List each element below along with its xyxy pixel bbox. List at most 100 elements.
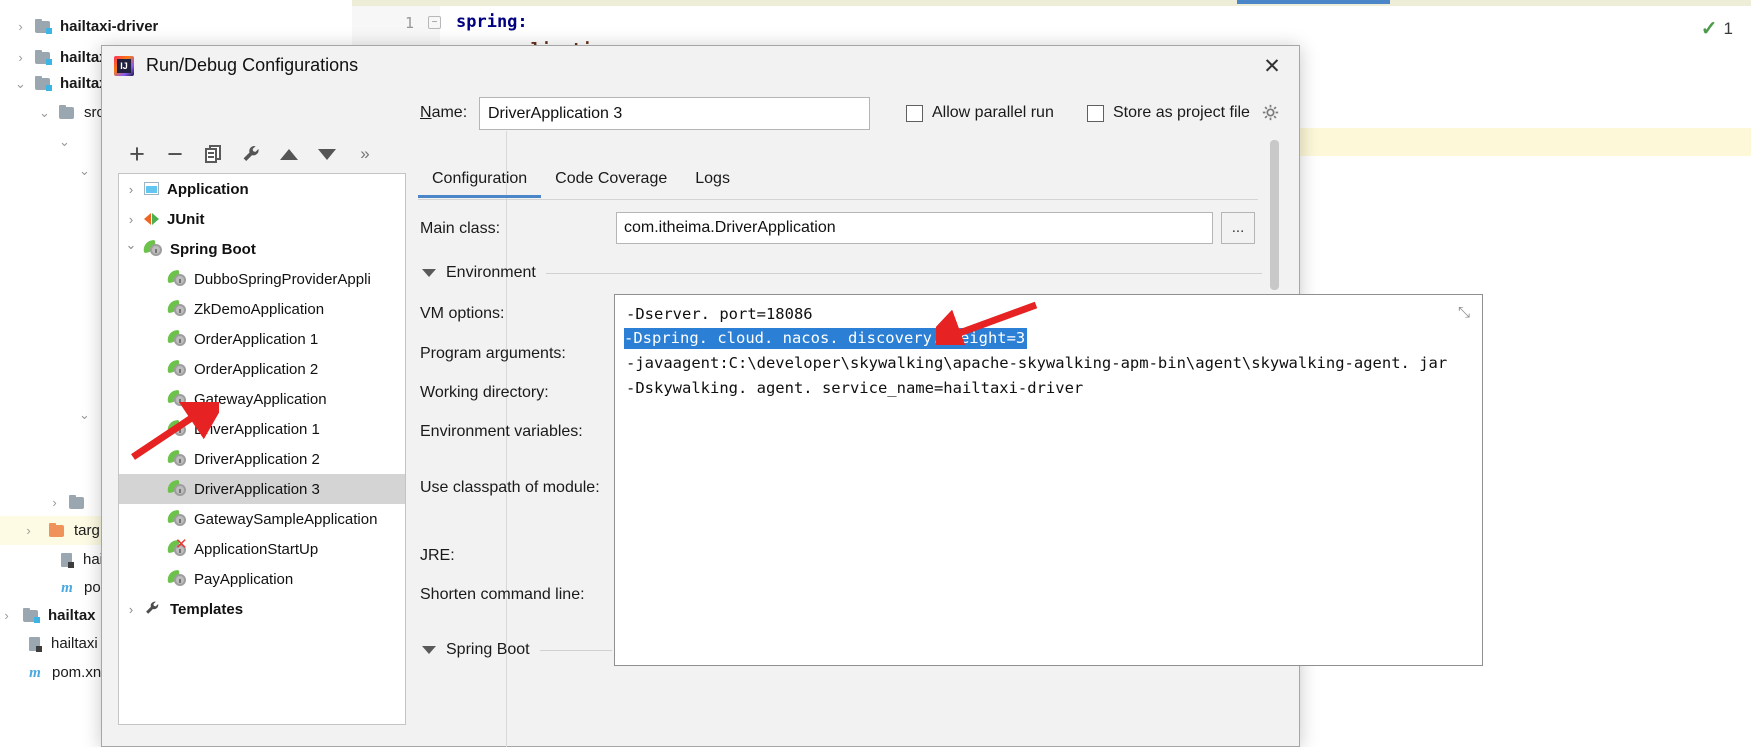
project-tree-label: pom.xn <box>52 664 102 681</box>
maven-icon: m <box>61 579 73 596</box>
triangle-down-icon <box>318 148 336 160</box>
folder-module-icon <box>23 608 40 623</box>
chevron-right-icon[interactable]: › <box>48 496 61 509</box>
spring-boot-icon <box>165 419 189 438</box>
tree-item-dubbospringproviderapplication[interactable]: DubboSpringProviderAppli <box>119 264 405 294</box>
copy-icon <box>204 145 222 163</box>
spring-boot-icon <box>165 509 189 528</box>
section-divider <box>539 649 612 651</box>
close-icon[interactable]: ✕ <box>1257 52 1287 80</box>
allow-parallel-run-checkbox[interactable]: Allow parallel run <box>906 104 1054 122</box>
chevron-right-icon[interactable]: › <box>14 51 27 64</box>
tree-item-label: PayApplication <box>194 570 294 588</box>
chevron-right-icon[interactable]: › <box>14 20 27 33</box>
tree-item-spring-boot-group[interactable]: Spring Boot <box>119 234 405 264</box>
chevron-right-icon[interactable]: › <box>119 212 143 227</box>
vm-options-editor-popup[interactable]: ⤡ -Dserver. port=18086 -Dspring. cloud. … <box>614 294 1483 666</box>
tree-item-templates[interactable]: › Templates <box>119 594 405 624</box>
section-divider <box>545 272 1262 274</box>
tree-item-label: GatewayApplication <box>194 390 327 408</box>
code-fold-icon[interactable]: − <box>428 16 441 29</box>
remove-configuration-button[interactable]: − <box>156 138 194 170</box>
error-x-icon: ✕ <box>175 535 188 553</box>
editor-code-line-1: spring: <box>456 12 528 32</box>
move-up-button[interactable] <box>270 138 308 170</box>
spring-boot-icon <box>165 449 189 468</box>
chevron-right-icon[interactable]: › <box>22 524 35 537</box>
checkbox-box[interactable] <box>1087 104 1104 122</box>
tree-item-junit[interactable]: › JUnit <box>119 204 405 234</box>
chevron-down-icon[interactable]: ⌄ <box>14 77 27 90</box>
tree-item-gatewaysampleapplication[interactable]: GatewaySampleApplication <box>119 504 405 534</box>
spring-boot-section-header[interactable]: Spring Boot <box>422 641 612 659</box>
tree-item-application[interactable]: › Application <box>119 174 405 204</box>
tree-item-gatewayapplication[interactable]: GatewayApplication <box>119 384 405 414</box>
store-as-project-file-checkbox[interactable]: Store as project file <box>1087 104 1250 122</box>
tree-item-driverapplication-2[interactable]: DriverApplication 2 <box>119 444 405 474</box>
chevron-down-icon[interactable] <box>119 241 143 257</box>
chevron-down-icon[interactable]: ⌄ <box>78 408 91 421</box>
gear-icon[interactable] <box>1262 104 1279 121</box>
configuration-tree[interactable]: › Application › JUnit Spring Boot DubboS… <box>118 173 406 725</box>
store-as-project-file-label: Store as project file <box>1113 104 1250 121</box>
environment-section-header[interactable]: Environment <box>422 264 1262 282</box>
tree-item-label: ZkDemoApplication <box>194 300 325 318</box>
tab-logs[interactable]: Logs <box>681 170 744 198</box>
chevron-down-icon[interactable]: ⌄ <box>38 106 51 119</box>
tab-code-coverage[interactable]: Code Coverage <box>541 170 681 198</box>
dialog-scrollbar[interactable] <box>1270 140 1279 290</box>
tree-item-driverapplication-3[interactable]: DriverApplication 3 <box>119 474 405 504</box>
vm-option-line[interactable]: -Dserver. port=18086 <box>626 305 813 323</box>
collapse-icon[interactable]: ⤡ <box>1456 305 1472 321</box>
tree-item-payapplication[interactable]: PayApplication <box>119 564 405 594</box>
folder-plain-icon <box>69 495 86 510</box>
spring-boot-icon <box>165 479 189 498</box>
copy-configuration-button[interactable] <box>194 138 232 170</box>
add-configuration-button[interactable]: + <box>118 138 156 170</box>
chevron-down-icon[interactable]: ⌄ <box>78 164 91 177</box>
folder-orange-icon <box>49 523 66 538</box>
dialog-title: Run/Debug Configurations <box>146 55 359 75</box>
junit-icon <box>143 211 162 227</box>
inspection-count: 1 <box>1723 18 1733 38</box>
jre-label: JRE: <box>420 547 455 564</box>
tree-item-applicationstartup[interactable]: ✕ ApplicationStartUp <box>119 534 405 564</box>
spring-boot-icon <box>165 329 189 348</box>
tree-item-label: DriverApplication 1 <box>194 420 320 438</box>
chevron-down-icon[interactable]: ⌄ <box>58 135 71 148</box>
more-actions-button[interactable]: » <box>346 138 384 170</box>
vm-option-line-selected[interactable]: -Dspring. cloud. nacos. discovery. weigh… <box>624 328 1028 349</box>
tree-item-label: Templates <box>170 600 244 618</box>
spring-boot-icon <box>165 389 189 408</box>
tree-item-zkdemoapplication[interactable]: ZkDemoApplication <box>119 294 405 324</box>
triangle-down-icon <box>422 646 436 654</box>
main-class-input[interactable]: com.itheima.DriverApplication <box>616 212 1213 244</box>
name-input[interactable]: DriverApplication 3 <box>479 97 870 130</box>
project-tree-label: hailtax <box>48 607 96 624</box>
file-icon <box>27 636 42 652</box>
browse-main-class-button[interactable]: ... <box>1221 212 1255 244</box>
move-down-button[interactable] <box>308 138 346 170</box>
checkbox-box[interactable] <box>906 104 923 122</box>
project-tree-row[interactable]: › hailtaxi-driver <box>0 12 352 41</box>
project-tree-label: hailtaxi-driver <box>60 18 159 35</box>
chevron-right-icon[interactable]: › <box>119 182 143 197</box>
program-arguments-label: Program arguments: <box>420 345 566 362</box>
inspection-status[interactable]: ✓ 1 <box>1701 16 1733 41</box>
folder-module-icon <box>35 19 52 34</box>
chevron-right-icon[interactable]: › <box>0 609 13 622</box>
vm-option-line[interactable]: -javaagent:C:\developer\skywalking\apach… <box>626 354 1447 372</box>
edit-templates-button[interactable] <box>232 138 270 170</box>
name-label: Name: <box>420 104 468 121</box>
tab-configuration[interactable]: Configuration <box>418 170 542 198</box>
intellij-logo-icon <box>114 56 134 76</box>
tree-item-label: JUnit <box>167 210 205 228</box>
tree-item-label: DriverApplication 3 <box>194 480 320 498</box>
tree-item-driverapplication-1[interactable]: DriverApplication 1 <box>119 414 405 444</box>
vm-option-line[interactable]: -Dskywalking. agent. service_name=hailta… <box>626 379 1083 397</box>
project-tree-label: hailtaxi <box>51 635 98 652</box>
tree-item-orderapplication-2[interactable]: OrderApplication 2 <box>119 354 405 384</box>
chevron-right-icon[interactable]: › <box>119 602 143 617</box>
tree-item-orderapplication-1[interactable]: OrderApplication 1 <box>119 324 405 354</box>
editor-line-number: 1 <box>404 14 414 32</box>
